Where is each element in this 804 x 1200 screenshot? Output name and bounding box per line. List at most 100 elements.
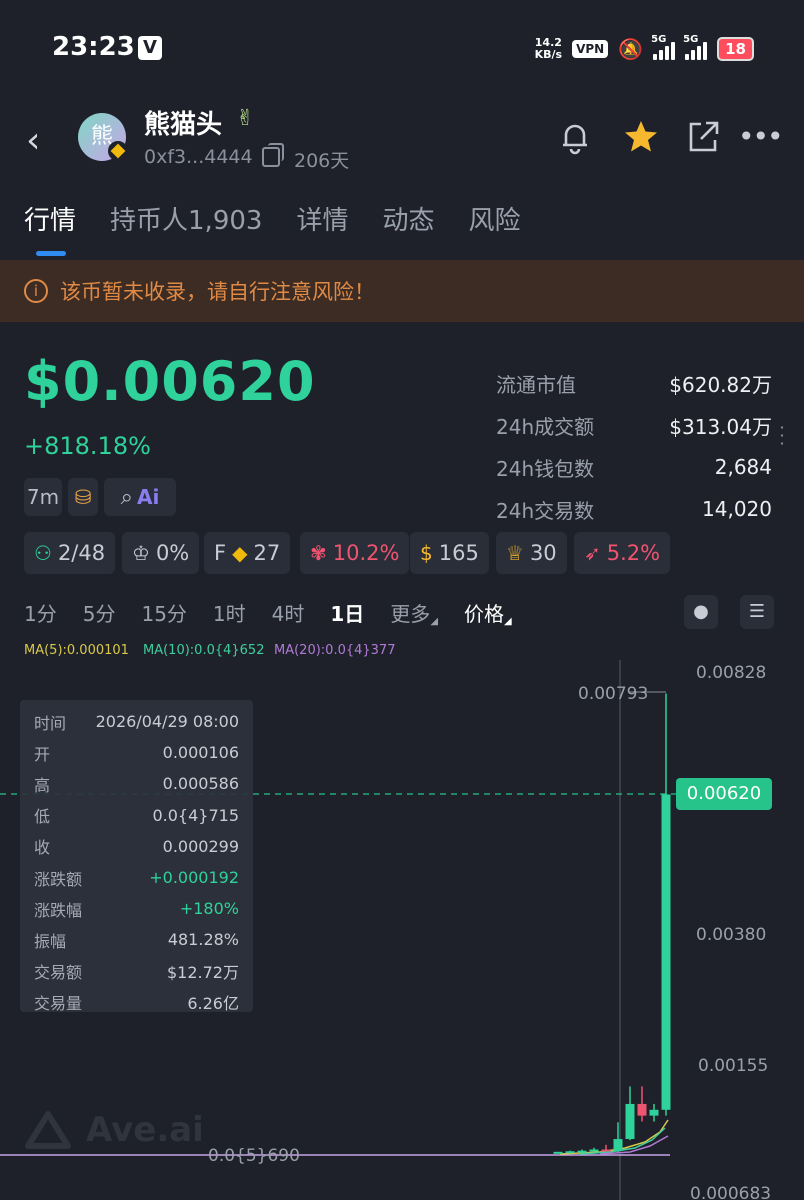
- money-bag-icon: $: [420, 541, 433, 565]
- candle-body: [565, 1151, 575, 1154]
- trophy-badge[interactable]: ♕ 30: [496, 532, 567, 574]
- back-icon[interactable]: ‹: [26, 120, 40, 161]
- candle-body: [613, 1139, 623, 1151]
- tooltip-row: 高 0.000586: [34, 774, 239, 795]
- ma5-label: MA(5):0.000101: [24, 643, 129, 658]
- y-axis-label-mid: 0.00380: [696, 925, 767, 945]
- ma10-label: MA(10):0.0{4}652: [143, 643, 265, 658]
- tf-4h[interactable]: 4时: [272, 598, 305, 627]
- tf-more[interactable]: 更多◢: [390, 598, 438, 627]
- signal-icon: 5G: [651, 34, 676, 60]
- watermark-logo-icon: [25, 1111, 71, 1149]
- high-price-label: 0.00793: [578, 684, 649, 704]
- tab-risk[interactable]: 风险: [468, 200, 520, 237]
- y-axis-label-low: 0.00155: [698, 1056, 769, 1076]
- y-axis-label-bottom: 0.000683: [690, 1184, 772, 1200]
- candle-body: [601, 1149, 611, 1152]
- trophy-icon: ♕: [506, 541, 524, 565]
- watermark-text: Ave.ai: [86, 1110, 204, 1150]
- chart-settings-icon[interactable]: ☰: [740, 595, 774, 629]
- tf-1m[interactable]: 1分: [24, 598, 57, 627]
- tooltip-row: 低 0.0{4}715: [34, 805, 239, 827]
- low-price-label: 0.0{5}690: [208, 1146, 300, 1166]
- status-time: 23:23: [52, 32, 135, 62]
- info-icon: i: [24, 279, 48, 303]
- price-toggle[interactable]: 价格◢: [464, 598, 512, 627]
- tab-holders[interactable]: 持币人1,903: [110, 200, 262, 237]
- net-speed: 14.2 KB/s: [534, 36, 563, 61]
- timeframe-bar: 1分 5分 15分 1时 4时 1日 更多◢ 价格◢: [24, 598, 512, 627]
- tab-underline: [36, 251, 66, 256]
- tf-1d[interactable]: 1日: [330, 598, 364, 627]
- token-name: 熊猫头: [144, 110, 223, 140]
- risk-warning-banner: i 该币暂未收录，请自行注意风险！: [0, 260, 804, 322]
- dev-badge[interactable]: ♔ 0%: [122, 532, 200, 574]
- copy-icon[interactable]: [262, 143, 284, 167]
- bnb-icon: ◆: [232, 541, 248, 565]
- rocket-icon: ➶: [584, 541, 601, 565]
- current-price-tag: 0.00620: [676, 778, 772, 810]
- insider-badge[interactable]: ✾ 10.2%: [300, 532, 410, 574]
- chef-icon: ♔: [132, 541, 150, 565]
- bag-badge[interactable]: $165: [410, 532, 489, 574]
- current-price: $0.00620: [24, 350, 316, 413]
- tooltip-row: 开 0.000106: [34, 743, 239, 764]
- holders-badge[interactable]: ⚇ 2/48: [24, 532, 116, 574]
- tab-market[interactable]: 行情: [24, 200, 76, 237]
- y-axis-label-top: 0.00828: [696, 663, 767, 683]
- stat-row-wallets: 24h钱包数 2,684: [496, 455, 772, 481]
- candle-body: [649, 1109, 659, 1116]
- vertical-more-icon[interactable]: · · ·: [778, 420, 786, 452]
- tf-15m[interactable]: 15分: [141, 598, 186, 627]
- chain-icon: [108, 141, 128, 161]
- link-icon: ✾: [310, 541, 327, 565]
- tf-1h[interactable]: 1时: [213, 598, 246, 627]
- star-icon[interactable]: [622, 118, 660, 156]
- share-icon[interactable]: [684, 118, 722, 156]
- status-icons: 14.2 KB/s VPN 🔕 5G 5G 18: [535, 34, 754, 64]
- candle-body: [589, 1149, 599, 1152]
- ai-search-button[interactable]: ⌕ Ai: [104, 478, 176, 516]
- tooltip-row: 振幅 481.28%: [34, 930, 239, 951]
- tab-bar: 行情 持币人1,903 详情 动态 风险: [24, 200, 521, 237]
- tf-5m[interactable]: 5分: [83, 598, 116, 627]
- mute-icon: 🔕: [618, 37, 644, 61]
- fourmeme-badge[interactable]: F ◆ 27: [204, 532, 291, 574]
- tab-activity[interactable]: 动态: [382, 200, 434, 237]
- search-icon: ⌕: [120, 484, 133, 510]
- candle-body: [553, 1151, 563, 1154]
- tooltip-row: 涨跌额 +0.000192: [34, 868, 239, 889]
- ai-icon: Ai: [136, 485, 160, 509]
- battery-icon: 18: [717, 37, 754, 61]
- candle-body: [625, 1103, 635, 1139]
- token-address: 0xf3...4444: [144, 146, 253, 168]
- stat-row-volume: 24h成交额 $313.04万: [496, 414, 772, 439]
- signal-icon-2: 5G: [683, 34, 708, 60]
- stats-panel: 流通市值 $620.82万 24h成交额 $313.04万 24h钱包数 2,684 …: [496, 362, 772, 530]
- price-change: +818.18%: [24, 432, 151, 460]
- stat-row-trades: 24h交易数 14,020: [496, 497, 772, 523]
- token-age: 206天: [294, 150, 350, 172]
- warning-text: 该币暂未收录，请自行注意风险！: [60, 280, 375, 304]
- app-badge-icon: V: [138, 36, 162, 60]
- bell-icon[interactable]: [556, 118, 594, 156]
- tooltip-row: 时间 2026/04/29 08:00: [34, 712, 239, 733]
- user-icon: ⚇: [34, 541, 52, 565]
- candle-body: [637, 1103, 647, 1116]
- more-icon[interactable]: •••: [738, 118, 784, 156]
- candle-body: [577, 1150, 587, 1153]
- ma20-label: MA(20):0.0{4}377: [274, 643, 396, 658]
- indicator-icon[interactable]: ●: [684, 595, 718, 629]
- age-chip: 7m: [24, 478, 62, 516]
- candle-tooltip: 时间 2026/04/29 08:00 开 0.000106 高 0.000586 低…: [20, 700, 253, 1013]
- coins-icon[interactable]: ⛁: [68, 478, 98, 516]
- tooltip-row: 收 0.000299: [34, 836, 239, 858]
- tab-details[interactable]: 详情: [296, 200, 348, 237]
- hand-icon: ✌: [236, 106, 255, 131]
- stat-row-market-cap: 流通市值 $620.82万: [496, 372, 772, 397]
- vpn-icon: VPN: [572, 40, 609, 58]
- tooltip-row: 交易量 6.26亿: [34, 994, 239, 1014]
- sniper-badge[interactable]: ➶ 5.2%: [574, 532, 671, 574]
- tooltip-row: 交易额 $12.72万: [34, 963, 239, 983]
- candle-body: [661, 794, 671, 1110]
